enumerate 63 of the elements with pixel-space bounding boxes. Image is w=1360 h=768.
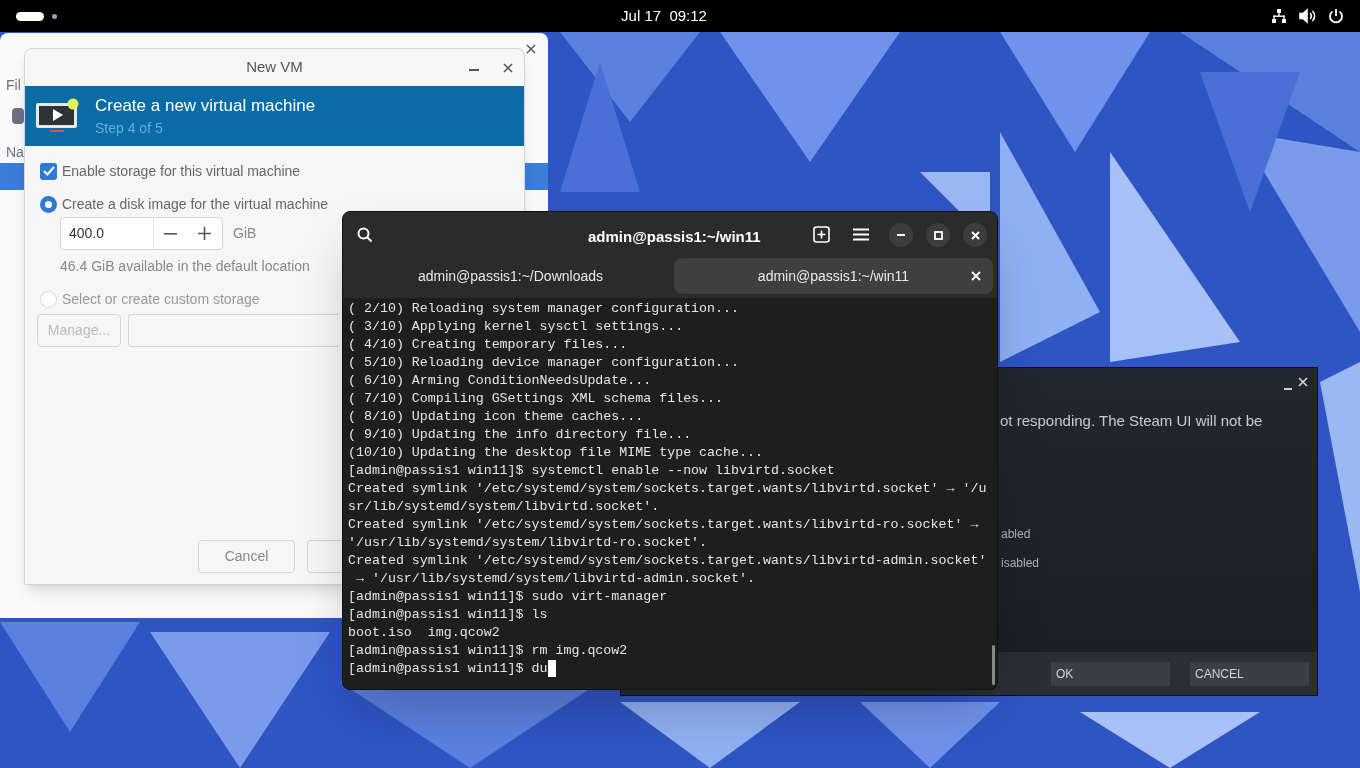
- terminal-line: ( 9/10) Updating the info directory file...: [348, 426, 692, 444]
- terminal-line: ( 6/10) Arming ConditionNeedsUpdate...: [348, 372, 652, 390]
- radio-label[interactable]: Create a disk image for the virtual machine: [62, 193, 329, 215]
- path-field[interactable]: [128, 314, 338, 347]
- maximize-button[interactable]: [926, 223, 950, 247]
- window-title: New VM: [246, 57, 303, 78]
- menu-icon[interactable]: [853, 228, 869, 241]
- step-label: Step 4 of 5: [95, 119, 164, 138]
- search-icon[interactable]: [357, 227, 373, 243]
- window-title: admin@passis1:~/win11: [588, 227, 761, 247]
- activities-indicator[interactable]: [16, 11, 44, 21]
- network-icon[interactable]: [1271, 8, 1287, 24]
- terminal-line: ( 8/10) Updating icon theme caches...: [348, 408, 644, 426]
- terminal-line: Created symlink '/etc/systemd/system/sockets.target.wants/libvirtd.socket' → '/u: [348, 480, 987, 498]
- terminal-line: '/usr/lib/systemd/system/libvirtd-ro.socket'.: [348, 534, 708, 552]
- spin-field[interactable]: 400.0: [60, 217, 223, 250]
- close-icon[interactable]: [526, 44, 536, 54]
- cancel-button[interactable]: Cancel: [198, 540, 295, 573]
- terminal-line: (10/10) Updating the desktop file MIME type cache...: [348, 444, 763, 462]
- monitor-play-icon: [35, 97, 81, 135]
- terminal-line: [admin@passis1 win11]$ sudo virt-manager: [348, 588, 668, 606]
- terminal-line: boot.iso img.qcow2: [348, 624, 500, 642]
- terminal-tab[interactable]: admin@passis1:~/win11: [674, 258, 993, 294]
- terminal-line: sr/lib/systemd/system/libvirtd.socket'.: [348, 498, 660, 516]
- dialog-message: ot responding. The Steam UI will not be: [1000, 411, 1263, 431]
- close-icon[interactable]: [503, 63, 513, 73]
- terminal-line: → '/usr/lib/systemd/system/libvirtd-admin.socket'.: [354, 570, 755, 588]
- terminal-line: ( 7/10) Compiling GSettings XML schema files...: [348, 390, 724, 408]
- terminal-line: Created symlink '/etc/systemd/system/sockets.target.wants/libvirtd-admin.socket': [348, 552, 987, 570]
- terminal-line: Created symlink '/etc/systemd/system/sockets.target.wants/libvirtd-ro.socket' →: [348, 516, 979, 534]
- menu-item[interactable]: Fil: [6, 75, 21, 96]
- plus-icon[interactable]: [197, 227, 211, 240]
- maximize-icon: [933, 230, 943, 240]
- option-label: abled: [1001, 526, 1031, 543]
- power-icon[interactable]: [1328, 8, 1344, 24]
- terminal-line: ( 5/10) Reloading device manager configuration...: [348, 354, 739, 372]
- clock[interactable]: Jul 17 09:12: [621, 4, 707, 28]
- terminal-line: ( 4/10) Creating temporary files...: [348, 336, 628, 354]
- minimize-button[interactable]: [889, 223, 913, 247]
- scrollbar[interactable]: [992, 645, 995, 685]
- option-label: isabled: [1001, 555, 1040, 572]
- close-button[interactable]: [963, 223, 987, 247]
- radio-button[interactable]: [40, 195, 57, 213]
- checkbox-label[interactable]: Enable storage for this virtual machine: [62, 160, 301, 182]
- dialog-button[interactable]: CANCEL: [1190, 662, 1309, 686]
- volume-icon[interactable]: [1299, 8, 1316, 24]
- dialog-heading: Create a new virtual machine: [95, 95, 316, 117]
- checkbox[interactable]: [40, 162, 57, 180]
- terminal-line: ( 3/10) Applying kernel sysctl settings...: [348, 318, 684, 336]
- terminal-line: [admin@passis1 win11]$ systemctl enable --now libvirtd.socket: [348, 462, 835, 480]
- minus-icon[interactable]: [164, 232, 177, 235]
- terminal-line: [admin@passis1 win11]$ ls: [348, 606, 548, 624]
- terminal-line: ( 2/10) Reloading system manager configuration...: [348, 300, 739, 318]
- column-header[interactable]: Na: [6, 142, 24, 163]
- unit-label: GiB: [233, 224, 257, 243]
- terminal-tab[interactable]: admin@passis1:~/Downloads: [351, 258, 670, 294]
- text-cursor: [547, 660, 556, 677]
- dialog-button[interactable]: OK: [1051, 662, 1170, 686]
- terminal-line: [admin@passis1 win11]$ rm img.qcow2: [348, 642, 628, 660]
- terminal-line: [admin@passis1 win11]$ du: [348, 660, 548, 678]
- minimize-icon: [897, 234, 905, 236]
- new-tab-icon[interactable]: [813, 226, 830, 243]
- close-icon: [970, 230, 980, 240]
